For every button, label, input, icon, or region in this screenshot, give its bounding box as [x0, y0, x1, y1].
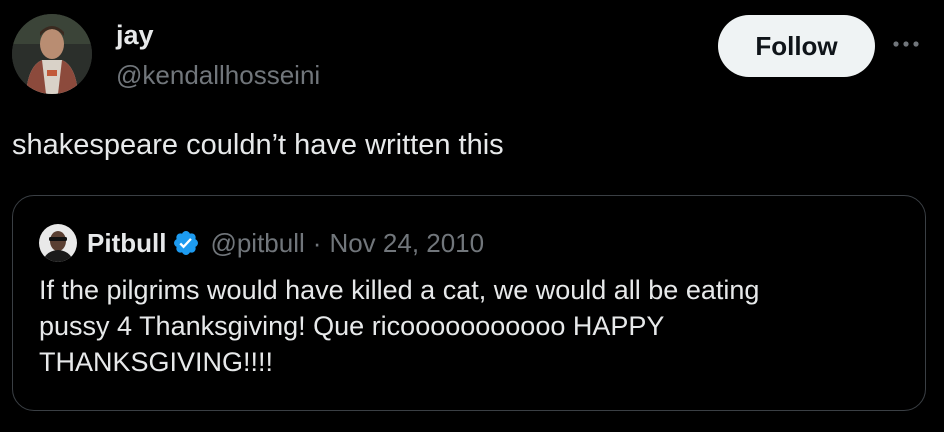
quoted-tweet-date[interactable]: Nov 24, 2010: [329, 228, 484, 259]
more-horizontal-icon[interactable]: [886, 34, 926, 54]
tweet-text: shakespeare couldn’t have written this: [12, 129, 504, 161]
quoted-author-name[interactable]: Pitbull: [87, 228, 166, 259]
quoted-tweet-card[interactable]: Pitbull @pitbull · Nov 24, 2010 If the p…: [12, 195, 926, 411]
quoted-author-handle[interactable]: @pitbull: [210, 228, 304, 259]
author-name[interactable]: jay: [116, 18, 154, 52]
verified-badge-icon: [172, 229, 200, 257]
follow-button[interactable]: Follow: [718, 15, 875, 77]
quoted-tweet-text: If the pilgrims would have killed a cat,…: [39, 275, 760, 377]
author-handle[interactable]: @kendallhosseini: [116, 59, 320, 91]
quoted-author-avatar[interactable]: [39, 224, 77, 262]
header-separator: ·: [312, 227, 322, 258]
quoted-tweet-header: Pitbull @pitbull · Nov 24, 2010: [87, 224, 484, 262]
author-avatar[interactable]: [12, 14, 92, 94]
